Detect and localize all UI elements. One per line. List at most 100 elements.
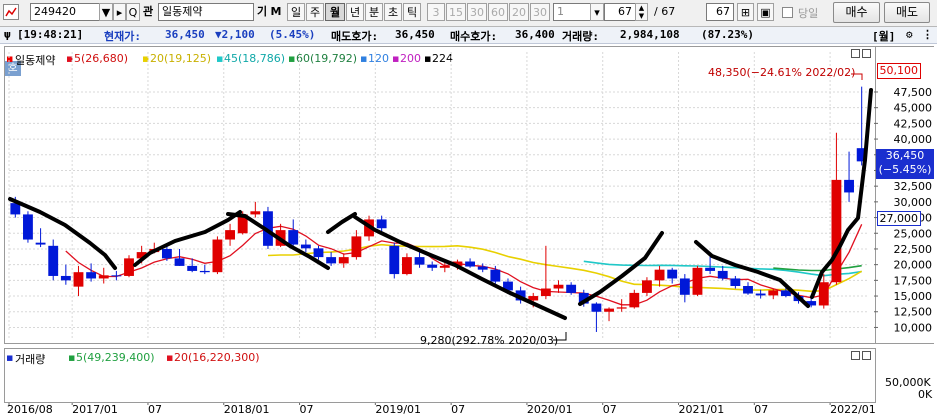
candle-body (642, 280, 652, 293)
candle-body (427, 264, 438, 268)
x-axis-label: 2018/01 (224, 403, 270, 416)
candle-body (591, 303, 602, 312)
y-tick-label: 40,000 (894, 133, 933, 146)
candle-body (705, 267, 716, 271)
candle-body (401, 257, 412, 275)
x-axis-label: 2020/01 (527, 403, 573, 416)
candle-body (288, 230, 299, 245)
candle-body (111, 275, 122, 277)
candle-body (717, 270, 728, 279)
trend-stroke (353, 215, 567, 320)
candle-body (73, 272, 84, 287)
y-tick-label: 17,500 (894, 274, 933, 287)
candle-body (553, 284, 564, 289)
candle-body (654, 269, 665, 281)
candle-body (225, 230, 235, 240)
y-tick-label: 32,500 (894, 180, 933, 193)
candle-body (313, 248, 324, 258)
volume-legend-marker: ▪ (6, 351, 14, 364)
candle-body (351, 236, 362, 258)
candle-body (616, 307, 627, 309)
candle-body (540, 288, 551, 297)
y-tick-label: 12,500 (894, 306, 933, 319)
y-tick-label: 47,500 (894, 86, 933, 99)
current-price-tag: 36,450 (−5.45%) (876, 149, 934, 179)
y-tick-label: 15,000 (894, 290, 933, 303)
price-grid (8, 52, 868, 340)
candle-body (60, 275, 71, 281)
x-axis-label: 07 (603, 403, 617, 416)
candle-body (831, 179, 842, 283)
candle-body (212, 239, 223, 273)
candle-body (161, 248, 172, 259)
candle-body (477, 266, 488, 270)
trend-stroke (326, 212, 357, 234)
candle-body (414, 257, 425, 265)
x-axis-label: 2017/01 (72, 403, 118, 416)
volume-panel-close-button[interactable] (862, 351, 871, 360)
candle-body (439, 265, 450, 268)
candle-body (338, 257, 349, 264)
x-axis-label: 07 (148, 403, 162, 416)
y-tick-label: 20,000 (894, 259, 933, 272)
low-annotation: 9,280(292.78% 2020/03) (420, 334, 559, 347)
current-price-tag-value: 36,450 (885, 149, 925, 162)
candle-body (743, 286, 753, 294)
date-axis-labels: 2016/08 2017/01 07 2018/01 07 2019/01 07 2020/0… (7, 401, 876, 416)
trend-stroke (578, 231, 664, 306)
candle-body (98, 275, 109, 279)
y-tick-label: 45,000 (894, 102, 933, 115)
candle-body (326, 257, 337, 264)
volume-panel-minimize-button[interactable] (851, 351, 860, 360)
y-tick-label: 30,000 (894, 196, 933, 209)
candle-body (566, 284, 577, 293)
side-price-tag: 27,000 (877, 211, 921, 226)
volume-legend-name: 거래량 (15, 353, 46, 366)
candle-body (667, 269, 678, 279)
candle-body (86, 272, 97, 279)
candle-body (490, 269, 501, 282)
y-tick-label: 25,000 (894, 227, 933, 240)
y-tick-label: 22,500 (894, 243, 933, 256)
volume-legend-ma20-marker: ▪ (166, 351, 174, 364)
y-tick-label: 42,500 (894, 117, 933, 130)
candle-body (604, 308, 614, 312)
ma60-line (773, 264, 862, 272)
hand-drawn-trend-strokes (8, 73, 873, 341)
current-price-tag-pct: (−5.45%) (878, 163, 932, 176)
x-axis-label: 2019/01 (375, 403, 421, 416)
candle-body (35, 242, 46, 245)
price-tag-top: 50,100 (877, 63, 921, 79)
x-axis-label: 2016/08 (7, 403, 53, 416)
candle-body (730, 278, 741, 286)
candle-body (692, 267, 703, 295)
x-axis-label: 07 (451, 403, 465, 416)
candle-body (629, 292, 640, 308)
candle-body (300, 244, 311, 249)
candle-body (250, 211, 261, 215)
candle-body (818, 282, 829, 306)
y-tick-label: 10,000 (894, 321, 933, 334)
candle-body (199, 270, 210, 273)
candle-body (389, 245, 400, 275)
trend-stroke (694, 240, 810, 308)
x-axis-label: 07 (300, 403, 314, 416)
candle-body (23, 214, 33, 240)
candle-body (844, 179, 854, 193)
candle-body (187, 265, 198, 271)
candle-body (679, 278, 690, 295)
x-axis-label: 2022/01 (830, 403, 876, 416)
volume-legend-ma5-marker: ▪ (68, 351, 76, 364)
volume-legend-ma20: 20(16,220,300) (174, 351, 260, 364)
candle-body (48, 245, 59, 276)
x-axis-label: 07 (754, 403, 768, 416)
candle-body (768, 290, 779, 296)
volume-legend: ▪ 거래량 ▪ 5(49,239,400) ▪ 20(16,220,300) (6, 351, 406, 366)
volume-legend-ma5: 5(49,239,400) (76, 351, 155, 364)
x-axis-label: 2021/01 (679, 403, 725, 416)
candle-body (465, 261, 476, 267)
candle-body (174, 258, 185, 266)
volume-axis-zero: 0K (918, 388, 933, 401)
high-annotation: 48,350(−24.61% 2022/02) (708, 66, 856, 79)
candle-body (376, 219, 387, 229)
